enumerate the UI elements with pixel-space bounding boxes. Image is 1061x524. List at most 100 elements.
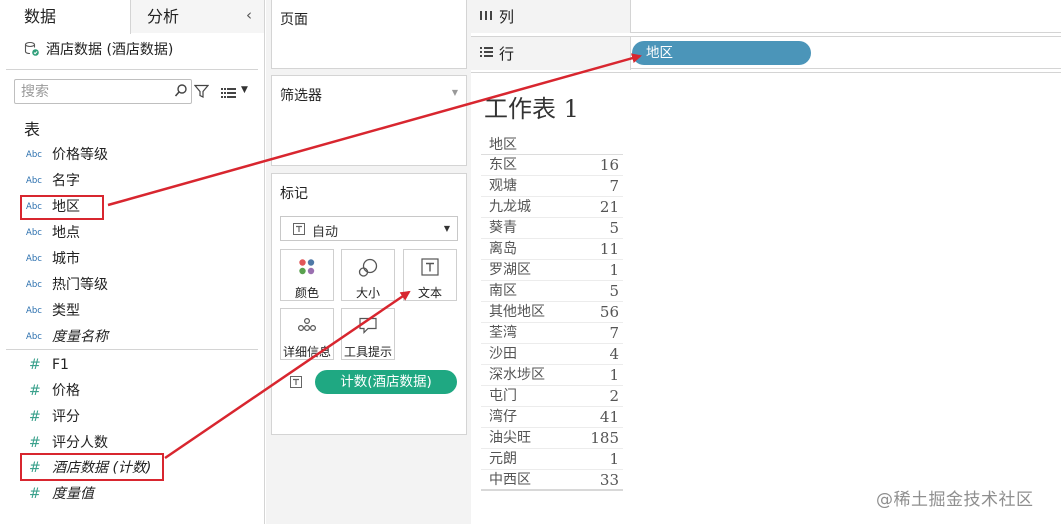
dimension-field[interactable]: Abc 热门等级 [26, 273, 108, 297]
table-row[interactable]: 南区 5 [481, 281, 623, 302]
dimension-field[interactable]: Abc 城市 [26, 247, 80, 271]
collapse-pane-icon[interactable]: ‹ [246, 6, 252, 24]
size-icon [358, 258, 378, 282]
tooltip-button-label: 工具提示 [343, 345, 392, 359]
table-row[interactable]: 九龙城 21 [481, 197, 623, 218]
text-button[interactable]: 文本 [403, 249, 457, 301]
region-dimension-pill[interactable]: 地区 [632, 41, 811, 65]
row-value: 21 [599, 198, 619, 216]
data-pane: 数据 分析 ‹ 酒店数据 (酒店数据) ▼ 表 Abc 价格等级 Abc 名字 Abc 地… [0, 0, 265, 524]
search-icon[interactable] [174, 83, 188, 103]
measure-field[interactable]: # 评分 [26, 405, 80, 429]
field-label: 地点 [52, 225, 80, 241]
measure-field[interactable]: # 评分人数 [26, 431, 108, 455]
dimension-field[interactable]: Abc 度量名称 [26, 325, 108, 349]
row-value: 7 [609, 177, 619, 195]
datasource-item[interactable]: 酒店数据 (酒店数据) [24, 38, 173, 62]
row-value: 11 [599, 240, 619, 258]
color-button[interactable]: 颜色 [280, 249, 334, 301]
tab-data[interactable]: 数据 [0, 0, 131, 34]
row-name: 油尖旺 [489, 430, 531, 446]
table-row[interactable]: 荃湾 7 [481, 323, 623, 344]
table-row[interactable]: 湾仔 41 [481, 407, 623, 428]
tooltip-icon [358, 317, 378, 339]
row-name: 荃湾 [489, 325, 517, 341]
table-row[interactable]: 油尖旺 185 [481, 428, 623, 449]
row-name: 南区 [489, 283, 517, 299]
rows-icon [480, 46, 493, 62]
row-name: 屯门 [489, 388, 517, 404]
pane-tabs: 数据 分析 ‹ [0, 0, 264, 34]
rows-label: 行 [499, 45, 515, 63]
field-label: 名字 [52, 173, 80, 189]
pages-card[interactable]: 页面 [271, 0, 467, 69]
number-type-icon: # [29, 486, 41, 502]
table-row[interactable]: 葵青 5 [481, 218, 623, 239]
columns-shelf[interactable]: 列 [471, 0, 1061, 33]
field-label: 度量值 [52, 486, 94, 502]
measure-field[interactable]: # 价格 [26, 379, 80, 403]
row-value: 1 [609, 450, 619, 468]
chevron-down-icon[interactable]: ▼ [241, 85, 248, 95]
dimension-field[interactable]: Abc 价格等级 [26, 143, 108, 167]
filters-card[interactable]: 筛选器 ▼ [271, 75, 467, 166]
search-input[interactable] [21, 82, 171, 102]
row-name: 东区 [489, 157, 517, 173]
crosstab-column-header[interactable]: 地区 [481, 135, 623, 155]
table-row[interactable]: 罗湖区 1 [481, 260, 623, 281]
list-view-icon[interactable] [221, 87, 237, 102]
row-value: 56 [599, 303, 619, 321]
tab-analysis[interactable]: 分析 [131, 0, 264, 33]
cards-pane: 页面 筛选器 ▼ 标记 自动 ▼ 颜色 大小 文本 详细信息 工具提示 计数(酒… [266, 0, 471, 524]
tooltip-button[interactable]: 工具提示 [341, 308, 395, 360]
chevron-down-icon[interactable]: ▼ [444, 224, 450, 233]
dimension-field[interactable]: Abc 名字 [26, 169, 80, 193]
row-value: 1 [609, 261, 619, 279]
row-value: 5 [609, 282, 619, 300]
detail-button[interactable]: 详细信息 [280, 308, 334, 360]
number-type-icon: # [29, 409, 41, 425]
string-type-icon: Abc [26, 150, 42, 160]
row-value: 41 [599, 408, 619, 426]
pages-card-title: 页面 [280, 12, 308, 28]
string-type-icon: Abc [26, 254, 42, 264]
string-type-icon: Abc [26, 228, 42, 238]
field-label: F1 [52, 357, 69, 373]
table-row[interactable]: 其他地区 56 [481, 302, 623, 323]
search-box[interactable] [14, 79, 192, 104]
rows-shelf[interactable]: 行 地区 [471, 36, 1061, 70]
string-type-icon: Abc [26, 332, 42, 342]
number-type-icon: # [29, 435, 41, 451]
table-row[interactable]: 观塘 7 [481, 176, 623, 197]
dimension-field[interactable]: Abc 类型 [26, 299, 80, 323]
mark-type-value: 自动 [312, 225, 339, 240]
measure-field[interactable]: # F1 [26, 353, 69, 377]
measure-field[interactable]: # 度量值 [26, 482, 94, 506]
table-row[interactable]: 深水埗区 1 [481, 365, 623, 386]
table-row[interactable]: 沙田 4 [481, 344, 623, 365]
chevron-down-icon[interactable]: ▼ [452, 88, 458, 97]
field-label: 评分人数 [52, 435, 108, 451]
table-row[interactable]: 元朗 1 [481, 449, 623, 470]
count-measure-pill[interactable]: 计数(酒店数据) [315, 370, 457, 394]
text-encoding-icon [290, 376, 302, 392]
row-name: 葵青 [489, 220, 517, 236]
row-name: 沙田 [489, 346, 517, 362]
row-name: 中西区 [489, 472, 531, 488]
dimension-field[interactable]: Abc 地点 [26, 221, 80, 245]
color-icon [298, 258, 316, 280]
mark-type-select[interactable]: 自动 ▼ [280, 216, 458, 241]
filter-icon[interactable] [193, 84, 210, 103]
row-value: 5 [609, 219, 619, 237]
detail-icon [297, 317, 317, 337]
row-value: 16 [599, 156, 619, 174]
marks-card: 标记 自动 ▼ 颜色 大小 文本 详细信息 工具提示 计数(酒店数据) [271, 173, 467, 435]
table-row[interactable]: 东区 16 [481, 155, 623, 176]
table-row[interactable]: 离岛 11 [481, 239, 623, 260]
table-row[interactable]: 中西区 33 [481, 470, 623, 491]
filters-card-title: 筛选器 [280, 88, 322, 104]
field-label: 度量名称 [52, 329, 108, 345]
table-row[interactable]: 屯门 2 [481, 386, 623, 407]
size-button[interactable]: 大小 [341, 249, 395, 301]
row-name: 湾仔 [489, 409, 517, 425]
